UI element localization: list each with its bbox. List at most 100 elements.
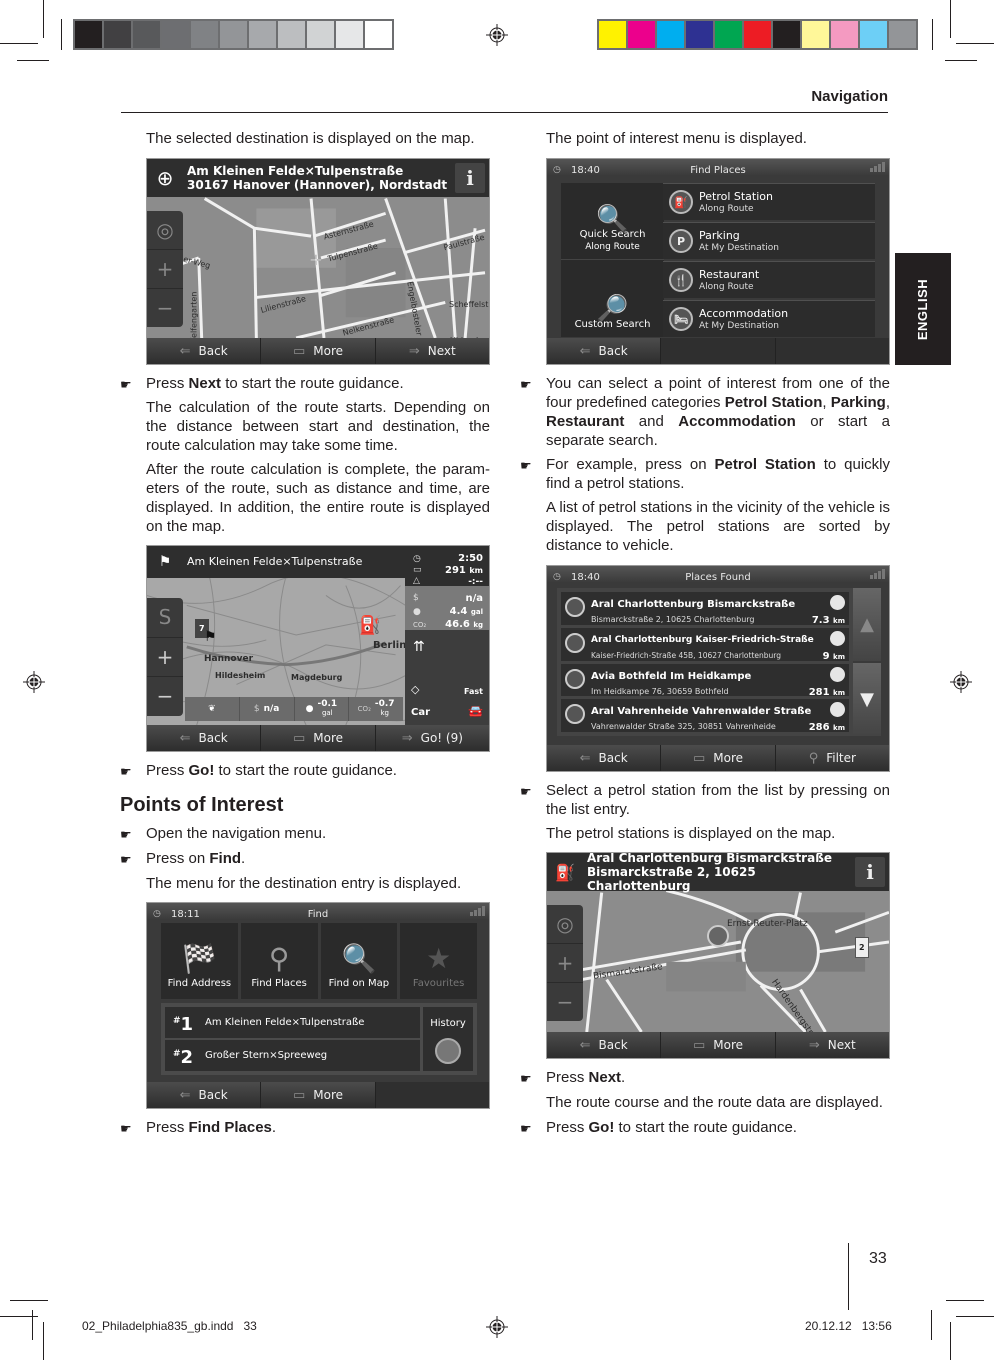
map-title-bar: ⛽ Aral Charlottenburg Bismarckstraße Bis… bbox=[547, 853, 889, 893]
bed-pin-icon: 🛏 bbox=[669, 307, 693, 331]
back-button[interactable]: ⇐ Back bbox=[547, 338, 662, 364]
target-icon: ◎ bbox=[156, 217, 174, 242]
history-item[interactable]: #2 Großer Stern×Spreeweg bbox=[165, 1040, 420, 1071]
go-button[interactable]: ⇒ Go! (9) bbox=[375, 725, 489, 751]
zoom-in-button[interactable]: + bbox=[547, 944, 583, 983]
back-button[interactable]: ⇐ Back bbox=[547, 1032, 662, 1058]
crop-mark bbox=[32, 1310, 33, 1340]
color-swatch bbox=[831, 21, 858, 48]
more-button[interactable]: ▭ More bbox=[261, 725, 376, 751]
info-button[interactable]: i bbox=[455, 163, 485, 193]
car-icon: 🚘 bbox=[468, 704, 483, 718]
direction-icon bbox=[830, 702, 845, 718]
route-view-button[interactable]: S bbox=[147, 598, 183, 638]
crop-mark bbox=[946, 1300, 984, 1301]
pointing-hand-icon: ☛ bbox=[120, 764, 132, 779]
result-row[interactable]: Aral Charlottenburg Bismarckstraße Bismar… bbox=[561, 592, 849, 626]
zoom-in-button[interactable]: + bbox=[147, 638, 183, 678]
pointing-hand-icon: ☛ bbox=[520, 1121, 532, 1136]
history-item[interactable]: #1 Am Kleinen Felde×Tulpenstraße bbox=[165, 1007, 420, 1038]
find-options: 🏁 Find Address ⚲ Find Places 🔍 Find on Map … bbox=[161, 923, 477, 999]
category-parking[interactable]: P Parking At My Destination bbox=[663, 222, 875, 259]
zoom-in-button[interactable]: + bbox=[147, 250, 183, 289]
category-accommodation[interactable]: 🛏 Accommodation At My Destination bbox=[663, 300, 875, 337]
section-title: Navigation bbox=[811, 88, 888, 105]
result-row[interactable]: Aral Charlottenburg Kaiser-Friedrich-Str… bbox=[561, 627, 849, 662]
signal-icon bbox=[870, 569, 885, 579]
page-number: 33 bbox=[869, 1250, 887, 1267]
zoom-out-button[interactable]: − bbox=[547, 983, 583, 1021]
quick-search-tile[interactable]: 🔍 Quick Search Along Route bbox=[561, 183, 664, 260]
category-list: ⛽ Petrol Station Along Route P Parking At My… bbox=[663, 183, 875, 337]
more-icon: ▭ bbox=[292, 730, 306, 746]
map-magnifier-icon: 🔍 bbox=[341, 942, 377, 975]
zoom-controls: S + − bbox=[147, 598, 183, 716]
pointing-hand-icon: ☛ bbox=[120, 377, 132, 392]
locate-button[interactable]: ◎ bbox=[147, 211, 183, 250]
plus-icon: + bbox=[556, 950, 574, 975]
fuel-pin-icon: ⛽ bbox=[555, 862, 575, 882]
poi-pins-icon: ⚲ bbox=[268, 942, 290, 975]
registration-mark-icon bbox=[950, 671, 972, 693]
category-petrol-station[interactable]: ⛽ Petrol Station Along Route bbox=[663, 183, 875, 220]
back-button[interactable]: ⇐ Back bbox=[147, 338, 262, 364]
history-clock-icon bbox=[435, 1038, 461, 1065]
find-places-tile[interactable]: ⚲ Find Places bbox=[240, 923, 318, 999]
locate-button[interactable]: ◎ bbox=[547, 905, 583, 944]
arrow-left-icon: ⇐ bbox=[579, 1037, 591, 1053]
vehicle-icon: ⛽ bbox=[359, 615, 382, 636]
back-button[interactable]: ⇐ Back bbox=[147, 1082, 262, 1108]
grayscale-swatch bbox=[162, 21, 189, 48]
saving-co2: CO₂ -0.7 kg bbox=[357, 699, 395, 718]
page-number-rule bbox=[848, 1243, 849, 1310]
scroll-down-button[interactable]: ▼ bbox=[853, 663, 881, 736]
crop-mark bbox=[0, 43, 38, 44]
more-button[interactable]: ▭ More bbox=[661, 1032, 776, 1058]
leaf-icon: ❦ bbox=[208, 703, 216, 714]
find-on-map-tile[interactable]: 🔍 Find on Map bbox=[320, 923, 398, 999]
fuel-pin-icon bbox=[707, 925, 729, 947]
status-bar: ◷ 18:40 Find Places bbox=[547, 159, 889, 176]
zoom-out-button[interactable]: − bbox=[147, 289, 183, 327]
category-restaurant[interactable]: 🍴 Restaurant Along Route bbox=[663, 261, 875, 298]
instruction-bullet: ☛ Press on Find. bbox=[120, 850, 246, 867]
pointing-hand-icon: ☛ bbox=[120, 1121, 132, 1136]
paragraph: A list of petrol stations in the vicinit… bbox=[546, 499, 890, 554]
pointing-hand-icon: ☛ bbox=[520, 377, 532, 392]
route-type-button[interactable]: ◇ Fast bbox=[405, 678, 489, 698]
registration-mark-icon bbox=[23, 671, 45, 693]
next-button[interactable]: ⇒ Next bbox=[375, 338, 489, 364]
more-button[interactable]: ▭ More bbox=[261, 1082, 376, 1108]
more-button[interactable]: ▭ More bbox=[261, 338, 376, 364]
back-button[interactable]: ⇐ Back bbox=[547, 745, 662, 771]
language-tab: ENGLISH bbox=[895, 253, 951, 365]
history-button[interactable]: History bbox=[423, 1007, 473, 1071]
arrow-right-icon: ⇒ bbox=[408, 343, 420, 359]
arrow-up-icon: ▲ bbox=[860, 614, 874, 635]
vehicle-type-button[interactable]: Car 🚘 bbox=[405, 700, 489, 720]
fuel-pin-icon: ⛽ bbox=[669, 190, 693, 214]
color-swatch bbox=[599, 21, 626, 48]
favourites-tile[interactable]: ★ Favourites bbox=[400, 923, 477, 999]
info-button[interactable]: i bbox=[855, 857, 885, 887]
screenshot-destination-map: Asternstraße Tulpenstraße Paulstraße Lil… bbox=[146, 158, 490, 365]
next-button[interactable]: ⇒ Next bbox=[775, 1032, 889, 1058]
back-button[interactable]: ⇐ Back bbox=[147, 725, 262, 751]
destination-name: Am Kleinen Felde×Tulpenstraße bbox=[187, 164, 404, 178]
city-label: Hildesheim bbox=[215, 671, 266, 680]
find-address-tile[interactable]: 🏁 Find Address bbox=[161, 923, 238, 999]
map-cursor-icon: ✛ bbox=[310, 253, 322, 269]
bottom-bar: ⇐ Back bbox=[547, 338, 889, 364]
instruction-bullet: ☛ Press Go! to start the route guidance. bbox=[520, 1119, 797, 1136]
custom-search-tile[interactable]: 🔎 Custom Search bbox=[561, 260, 664, 337]
more-button[interactable]: ▭ More bbox=[661, 745, 776, 771]
scroll-up-button[interactable]: ▲ bbox=[853, 588, 881, 661]
filter-button[interactable]: ⚲ Filter bbox=[775, 745, 889, 771]
crop-mark bbox=[956, 43, 994, 44]
crosshair-icon: ⊕ bbox=[156, 165, 174, 190]
route-co2: 46.6 kg bbox=[445, 619, 483, 630]
result-row[interactable]: Aral Vahrenheide Vahrenwalder Straße Vahr… bbox=[561, 699, 849, 733]
zoom-out-button[interactable]: − bbox=[147, 677, 183, 716]
screenshot-find-places: ◷ 18:40 Find Places 🔍 Quick Search Along… bbox=[546, 158, 890, 365]
result-row[interactable]: Avia Bothfeld Im Heidkampe Im Heidkampe 7… bbox=[561, 663, 849, 698]
